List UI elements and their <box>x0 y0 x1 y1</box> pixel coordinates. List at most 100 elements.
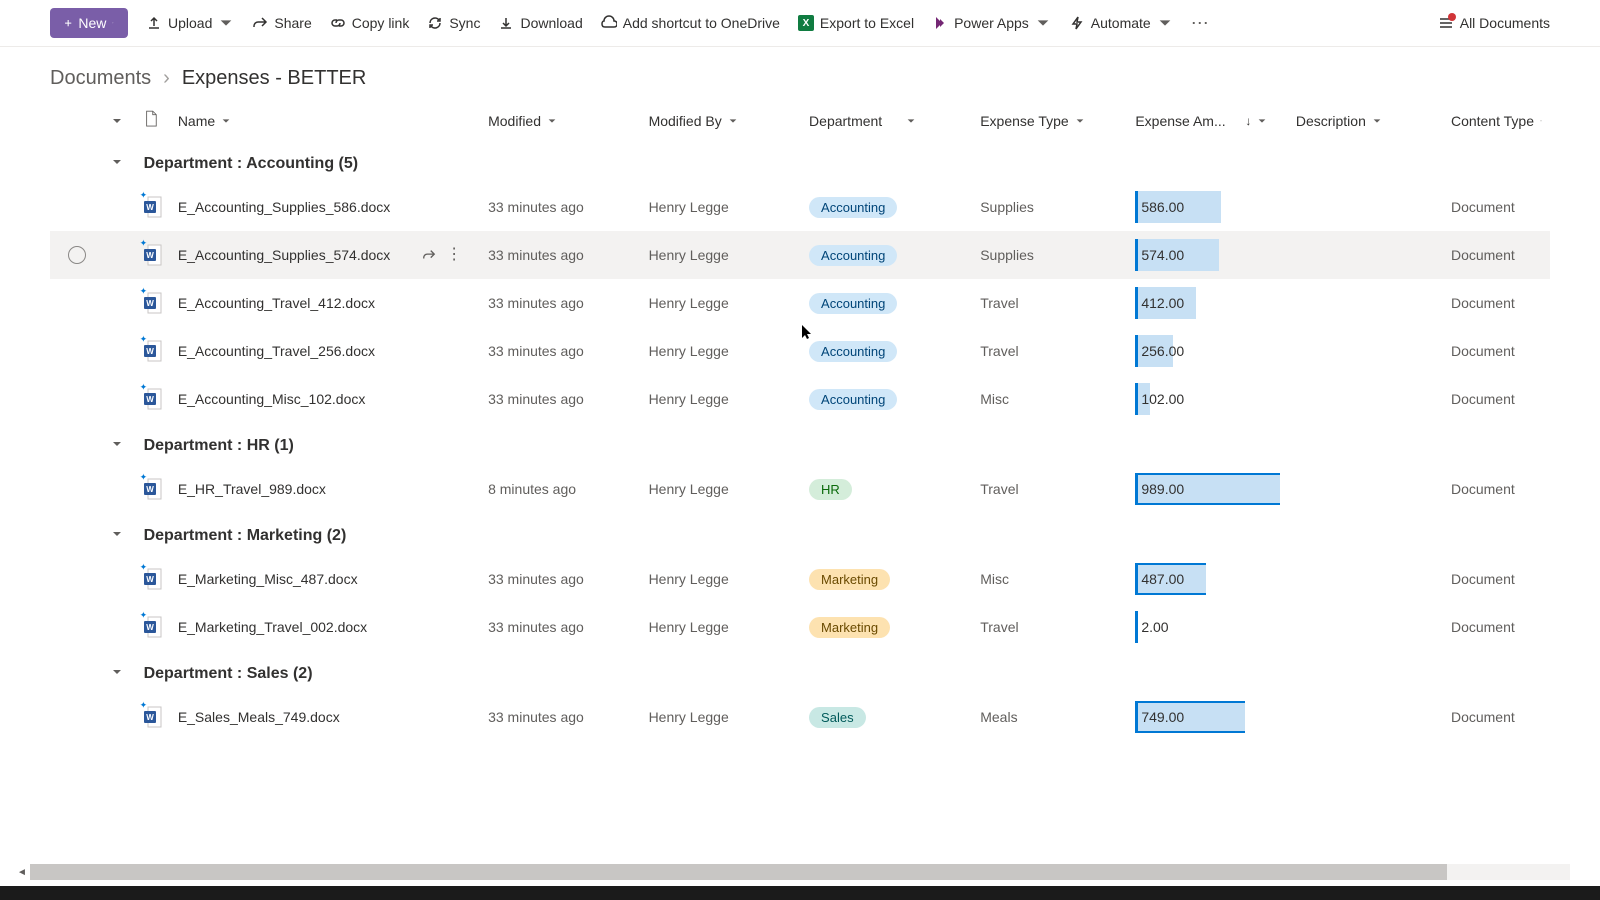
file-name[interactable]: E_Marketing_Travel_002.docx⋮ <box>178 619 472 635</box>
modified-value: 33 minutes ago <box>480 693 640 741</box>
horizontal-scrollbar[interactable]: ◄ <box>30 864 1570 880</box>
download-icon <box>498 15 514 31</box>
table-row[interactable]: ✦W E_Sales_Meals_749.docx⋮ 33 minutes ag… <box>50 693 1550 741</box>
modified-value: 33 minutes ago <box>480 555 640 603</box>
table-row[interactable]: ✦W E_Accounting_Travel_412.docx⋮ 33 minu… <box>50 279 1550 327</box>
row-select[interactable] <box>68 246 86 264</box>
expense-type-value: Travel <box>972 603 1127 651</box>
modified-by-value: Henry Legge <box>641 279 801 327</box>
automate-button[interactable]: Automate <box>1069 15 1173 31</box>
column-expense-type[interactable]: Expense Type <box>980 113 1119 129</box>
expense-type-value: Misc <box>972 555 1127 603</box>
svg-text:W: W <box>146 575 154 584</box>
column-name[interactable]: Name <box>178 113 472 129</box>
file-name[interactable]: E_Accounting_Travel_256.docx⋮ <box>178 343 472 359</box>
content-type-value: Document <box>1443 183 1550 231</box>
shortcut-icon <box>601 15 617 31</box>
expense-type-value: Misc <box>972 375 1127 423</box>
file-name[interactable]: E_Marketing_Misc_487.docx⋮ <box>178 571 472 587</box>
file-name[interactable]: E_Accounting_Supplies_574.docx⋮ <box>178 247 472 263</box>
expand-all-toggle[interactable] <box>111 115 127 127</box>
modified-by-value: Henry Legge <box>641 603 801 651</box>
copy-link-button[interactable]: Copy link <box>330 15 410 31</box>
sort-desc-icon: ↓ <box>1245 114 1251 128</box>
chevron-right-icon: › <box>163 67 170 90</box>
file-name[interactable]: E_Accounting_Supplies_586.docx⋮ <box>178 199 472 215</box>
word-doc-icon: ✦W <box>144 196 162 218</box>
modified-by-value: Henry Legge <box>641 327 801 375</box>
modified-value: 33 minutes ago <box>480 231 640 279</box>
table-row[interactable]: ✦W E_Marketing_Travel_002.docx⋮ 33 minut… <box>50 603 1550 651</box>
column-modified-by[interactable]: Modified By <box>649 113 793 129</box>
table-row[interactable]: ✦W E_Accounting_Supplies_574.docx⋮ 33 mi… <box>50 231 1550 279</box>
scroll-left-arrow[interactable]: ◄ <box>14 864 30 880</box>
group-header[interactable]: Department : Marketing (2) <box>50 513 1550 555</box>
breadcrumb-root[interactable]: Documents <box>50 67 151 90</box>
content-type-value: Document <box>1443 465 1550 513</box>
scrollbar-thumb[interactable] <box>30 864 1447 880</box>
department-pill: Marketing <box>809 569 890 590</box>
powerapps-icon <box>932 15 948 31</box>
table-row[interactable]: ✦W E_Accounting_Supplies_586.docx⋮ 33 mi… <box>50 183 1550 231</box>
modified-by-value: Henry Legge <box>641 465 801 513</box>
column-expense-amount[interactable]: Expense Am... ↓ <box>1135 113 1279 129</box>
column-content-type[interactable]: Content Type <box>1451 113 1542 129</box>
group-header[interactable]: Department : HR (1) <box>50 423 1550 465</box>
group-header[interactable]: Department : Sales (2) <box>50 651 1550 693</box>
breadcrumb-current: Expenses - BETTER <box>182 67 367 90</box>
table-row[interactable]: ✦W E_Accounting_Travel_256.docx⋮ 33 minu… <box>50 327 1550 375</box>
svg-text:W: W <box>146 623 154 632</box>
word-doc-icon: ✦W <box>144 568 162 590</box>
file-name[interactable]: E_HR_Travel_989.docx⋮ <box>178 481 472 497</box>
view-selector[interactable]: All Documents <box>1438 15 1550 31</box>
word-doc-icon: ✦W <box>144 292 162 314</box>
modified-by-value: Henry Legge <box>641 375 801 423</box>
upload-icon <box>146 15 162 31</box>
content-type-value: Document <box>1443 279 1550 327</box>
expense-type-value: Meals <box>972 693 1127 741</box>
expense-amount-cell: 749.00 <box>1135 701 1279 733</box>
column-modified[interactable]: Modified <box>488 113 632 129</box>
description-value <box>1288 603 1443 651</box>
export-excel-button[interactable]: X Export to Excel <box>798 15 914 31</box>
expense-amount-cell: 102.00 <box>1135 383 1279 415</box>
taskbar <box>0 886 1600 900</box>
new-button[interactable]: New <box>50 8 128 38</box>
sync-button[interactable]: Sync <box>427 15 480 31</box>
svg-text:W: W <box>146 485 154 494</box>
word-doc-icon: ✦W <box>144 706 162 728</box>
upload-button[interactable]: Upload <box>146 15 234 31</box>
more-button[interactable]: ⋯ <box>1191 13 1209 34</box>
department-pill: Marketing <box>809 617 890 638</box>
automate-icon <box>1069 15 1085 31</box>
svg-text:W: W <box>146 251 154 260</box>
power-apps-button[interactable]: Power Apps <box>932 15 1051 31</box>
file-name[interactable]: E_Accounting_Travel_412.docx⋮ <box>178 295 472 311</box>
word-doc-icon: ✦W <box>144 388 162 410</box>
download-button[interactable]: Download <box>498 15 582 31</box>
file-name[interactable]: E_Accounting_Misc_102.docx⋮ <box>178 391 472 407</box>
table-row[interactable]: ✦W E_Accounting_Misc_102.docx⋮ 33 minute… <box>50 375 1550 423</box>
table-row[interactable]: ✦W E_HR_Travel_989.docx⋮ 8 minutes ago H… <box>50 465 1550 513</box>
modified-value: 33 minutes ago <box>480 279 640 327</box>
expense-amount-cell: 256.00 <box>1135 335 1279 367</box>
chevron-down-icon <box>1035 15 1051 31</box>
add-shortcut-button[interactable]: Add shortcut to OneDrive <box>601 15 780 31</box>
share-icon[interactable] <box>422 248 436 262</box>
expense-type-value: Travel <box>972 465 1127 513</box>
share-button[interactable]: Share <box>252 15 311 31</box>
expense-amount-cell: 574.00 <box>1135 239 1279 271</box>
content-type-value: Document <box>1443 231 1550 279</box>
group-header[interactable]: Department : Accounting (5) <box>50 141 1550 183</box>
more-actions-icon[interactable]: ⋮ <box>446 248 462 262</box>
description-value <box>1288 231 1443 279</box>
table-row[interactable]: ✦W E_Marketing_Misc_487.docx⋮ 33 minutes… <box>50 555 1550 603</box>
column-department[interactable]: Department <box>809 113 964 129</box>
expense-type-value: Travel <box>972 327 1127 375</box>
modified-by-value: Henry Legge <box>641 231 801 279</box>
file-name[interactable]: E_Sales_Meals_749.docx⋮ <box>178 709 472 725</box>
description-value <box>1288 555 1443 603</box>
column-description[interactable]: Description <box>1296 113 1435 129</box>
modified-value: 33 minutes ago <box>480 375 640 423</box>
expense-type-value: Supplies <box>972 183 1127 231</box>
